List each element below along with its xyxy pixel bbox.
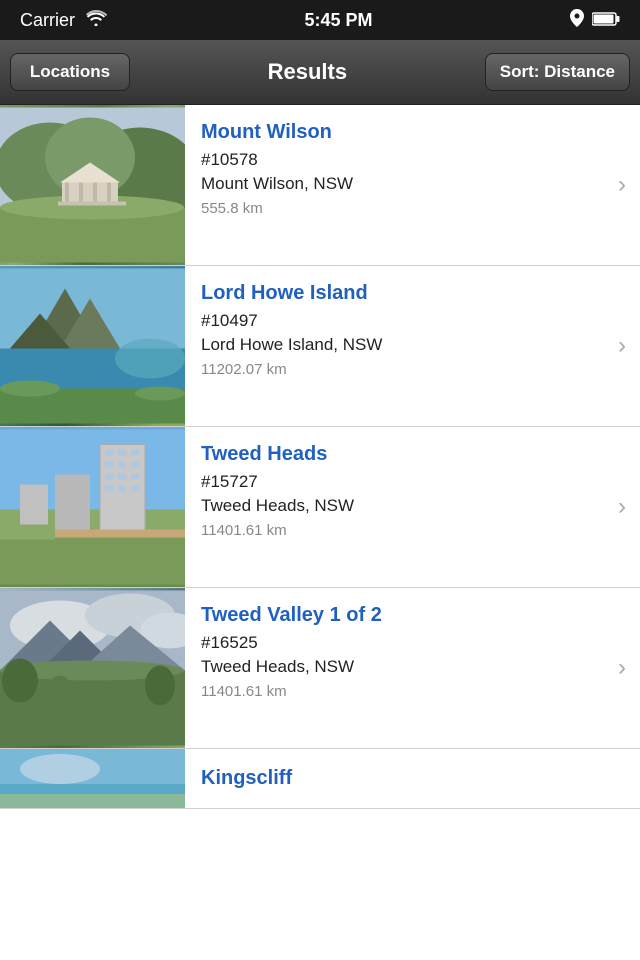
result-id: #10578 — [201, 150, 608, 170]
sort-button[interactable]: Sort: Distance — [485, 53, 630, 91]
result-name: Lord Howe Island — [201, 282, 608, 305]
list-item[interactable]: Lord Howe Island #10497 Lord Howe Island… — [0, 266, 640, 427]
result-location: Tweed Heads, NSW — [201, 496, 608, 516]
list-item[interactable]: Tweed Valley 1 of 2 #16525 Tweed Heads, … — [0, 588, 640, 749]
result-location: Lord Howe Island, NSW — [201, 335, 608, 355]
thumbnail-tweed-heads — [0, 427, 185, 587]
result-name: Tweed Valley 1 of 2 — [201, 604, 608, 627]
result-id: #15727 — [201, 472, 608, 492]
result-content: Tweed Valley 1 of 2 #16525 Tweed Heads, … — [185, 588, 618, 748]
result-distance: 11401.61 km — [201, 522, 608, 539]
result-name: Tweed Heads — [201, 443, 608, 466]
back-button[interactable]: Locations — [10, 53, 130, 91]
result-content: Mount Wilson #10578 Mount Wilson, NSW 55… — [185, 105, 618, 265]
status-right — [570, 9, 620, 32]
result-distance: 11202.07 km — [201, 361, 608, 378]
result-id: #10497 — [201, 311, 608, 331]
chevron-icon: › — [618, 266, 640, 426]
result-location: Tweed Heads, NSW — [201, 657, 608, 677]
result-content: Kingscliff — [185, 749, 640, 808]
location-icon — [570, 9, 584, 32]
status-time: 5:45 PM — [304, 10, 372, 31]
result-id: #16525 — [201, 633, 608, 653]
thumbnail-lord-howe — [0, 266, 185, 426]
list-item[interactable]: Kingscliff — [0, 749, 640, 809]
chevron-icon: › — [618, 427, 640, 587]
result-distance: 555.8 km — [201, 200, 608, 217]
status-bar: Carrier 5:45 PM — [0, 0, 640, 40]
thumbnail-mount-wilson — [0, 105, 185, 265]
carrier-label: Carrier — [20, 10, 75, 31]
status-left: Carrier — [20, 10, 107, 31]
chevron-icon: › — [618, 105, 640, 265]
result-content: Lord Howe Island #10497 Lord Howe Island… — [185, 266, 618, 426]
thumbnail-tweed-valley — [0, 588, 185, 748]
chevron-icon: › — [618, 588, 640, 748]
result-name: Kingscliff — [201, 767, 630, 790]
list-item[interactable]: Mount Wilson #10578 Mount Wilson, NSW 55… — [0, 105, 640, 266]
nav-title: Results — [130, 59, 485, 85]
battery-icon — [592, 10, 620, 31]
result-location: Mount Wilson, NSW — [201, 174, 608, 194]
result-distance: 11401.61 km — [201, 683, 608, 700]
nav-bar: Locations Results Sort: Distance — [0, 40, 640, 105]
result-content: Tweed Heads #15727 Tweed Heads, NSW 1140… — [185, 427, 618, 587]
list-item[interactable]: Tweed Heads #15727 Tweed Heads, NSW 1140… — [0, 427, 640, 588]
wifi-icon — [85, 10, 107, 31]
thumbnail-kingscliff — [0, 749, 185, 809]
result-name: Mount Wilson — [201, 121, 608, 144]
results-list: Mount Wilson #10578 Mount Wilson, NSW 55… — [0, 105, 640, 960]
